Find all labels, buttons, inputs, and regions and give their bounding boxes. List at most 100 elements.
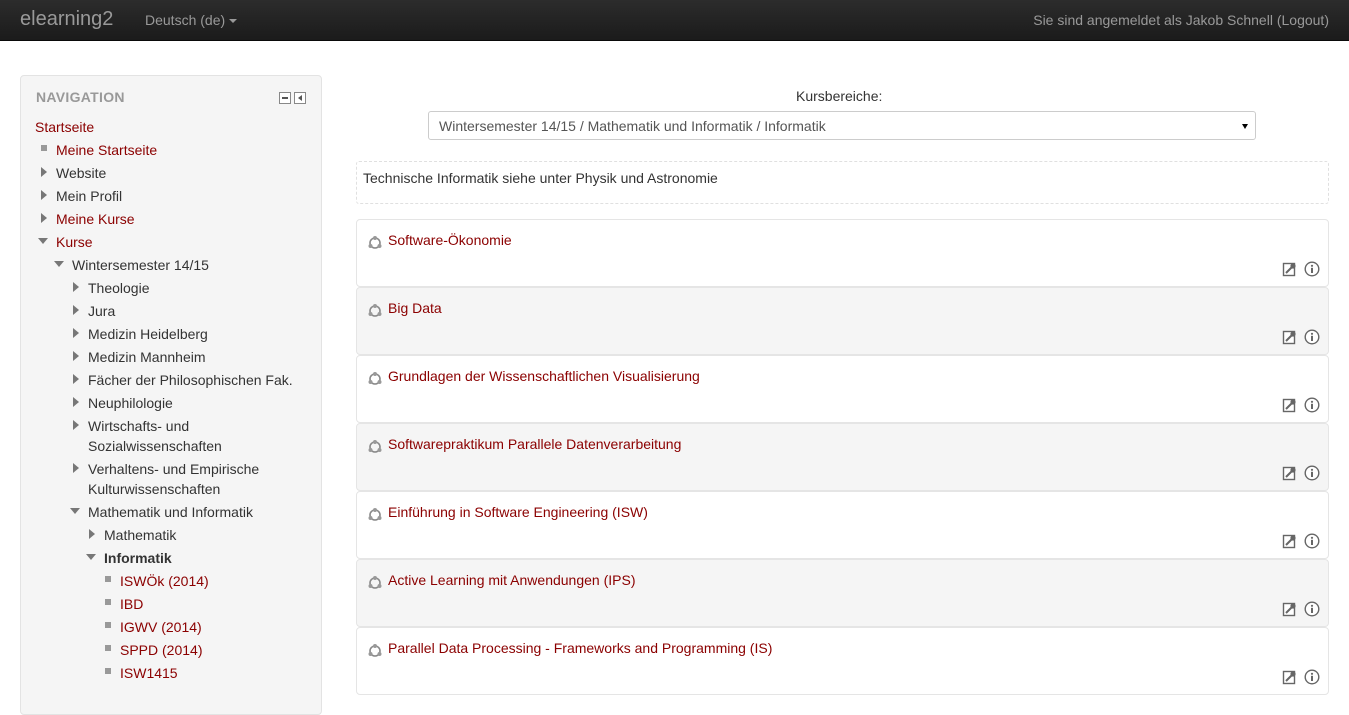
info-icon[interactable] [1304, 261, 1320, 277]
nav-label-wintersemester: Wintersemester 14/15 [72, 257, 209, 273]
info-icon[interactable] [1304, 533, 1320, 549]
category-description: Technische Informatik siehe unter Physik… [356, 161, 1329, 204]
collapse-arrow-icon[interactable] [70, 508, 80, 514]
nav-item-iswoek[interactable]: ISWÖk (2014) [120, 571, 209, 591]
nav-item-wirtschafts[interactable]: Wirtschafts- und [88, 416, 189, 436]
top-navbar: elearning2 Deutsch (de) Sie sind angemel… [0, 0, 1349, 41]
logout-link[interactable]: Logout [1282, 12, 1325, 28]
nav-label-mein-profil: Mein Profil [56, 188, 123, 204]
expand-arrow-icon[interactable] [73, 282, 79, 292]
expand-arrow-icon[interactable] [89, 529, 95, 539]
nav-item-wirtschafts-line2[interactable]: Sozialwissenschaften [88, 436, 222, 456]
course-icon [367, 303, 383, 319]
dock-block-icon[interactable] [294, 92, 306, 104]
brand-link[interactable]: elearning2 [20, 8, 113, 31]
bullet-icon [41, 145, 47, 151]
collapse-block-icon[interactable] [279, 92, 291, 104]
course-icon [367, 643, 383, 659]
course-title-link[interactable]: Softwarepraktikum Parallele Datenverarbe… [388, 436, 681, 452]
collapse-arrow-icon[interactable] [38, 238, 48, 244]
nav-item-mathematik[interactable]: Mathematik [104, 525, 176, 545]
enrolment-icon[interactable] [1282, 669, 1298, 685]
course-row: Software-Ökonomie [356, 219, 1329, 287]
nav-item-igwv[interactable]: IGWV (2014) [120, 617, 202, 637]
nav-item-wintersemester[interactable]: Wintersemester 14/15 [72, 255, 209, 275]
nav-item-startseite[interactable]: Startseite [35, 117, 94, 137]
nav-item-theologie[interactable]: Theologie [88, 278, 150, 298]
info-icon[interactable] [1304, 669, 1320, 685]
course-row: Parallel Data Processing - Frameworks an… [356, 627, 1329, 695]
nav-link-startseite[interactable]: Startseite [35, 119, 94, 135]
nav-link-isw1415[interactable]: ISW1415 [120, 665, 178, 681]
nav-label-theologie: Theologie [88, 280, 150, 296]
enrolment-icon[interactable] [1282, 397, 1298, 413]
expand-arrow-icon[interactable] [73, 374, 79, 384]
nav-item-informatik[interactable]: Informatik [104, 548, 172, 568]
nav-item-medizin-mannheim[interactable]: Medizin Mannheim [88, 347, 206, 367]
nav-link-sppd[interactable]: SPPD (2014) [120, 642, 202, 658]
course-row: Active Learning mit Anwendungen (IPS) [356, 559, 1329, 627]
expand-arrow-icon[interactable] [73, 463, 79, 473]
collapse-arrow-icon[interactable] [54, 261, 64, 267]
nav-item-meine-kurse[interactable]: Meine Kurse [56, 209, 135, 229]
language-menu[interactable]: Deutsch (de) [145, 12, 238, 28]
expand-arrow-icon[interactable] [73, 351, 79, 361]
course-title-link[interactable]: Grundlagen der Wissenschaftlichen Visual… [388, 368, 700, 384]
nav-item-isw1415[interactable]: ISW1415 [120, 663, 178, 683]
caret-down-icon [229, 19, 238, 24]
expand-arrow-icon[interactable] [73, 305, 79, 315]
nav-item-verhaltens-line2[interactable]: Kulturwissenschaften [88, 479, 220, 499]
enrolment-icon[interactable] [1282, 465, 1298, 481]
course-title-link[interactable]: Einführung in Software Engineering (ISW) [388, 504, 648, 520]
collapse-arrow-icon[interactable] [86, 554, 96, 560]
course-title-link[interactable]: Active Learning mit Anwendungen (IPS) [388, 572, 635, 588]
category-select[interactable]: Wintersemester 14/15 / Mathematik und In… [428, 111, 1256, 140]
nav-item-neuphilologie[interactable]: Neuphilologie [88, 393, 173, 413]
course-title-link[interactable]: Parallel Data Processing - Frameworks an… [388, 640, 772, 656]
expand-arrow-icon[interactable] [41, 167, 47, 177]
enrolment-icon[interactable] [1282, 533, 1298, 549]
nav-item-mathematik-informatik[interactable]: Mathematik und Informatik [88, 502, 253, 522]
course-title-link[interactable]: Software-Ökonomie [388, 232, 512, 248]
course-row: Einführung in Software Engineering (ISW) [356, 491, 1329, 559]
enrolment-icon[interactable] [1282, 329, 1298, 345]
expand-arrow-icon[interactable] [73, 397, 79, 407]
nav-item-kurse[interactable]: Kurse [56, 232, 93, 252]
course-icon [367, 439, 383, 455]
expand-arrow-icon[interactable] [41, 213, 47, 223]
nav-link-meine-startseite[interactable]: Meine Startseite [56, 142, 157, 158]
nav-item-verhaltens[interactable]: Verhaltens- und Empirische [88, 459, 259, 479]
language-label: Deutsch (de) [145, 12, 226, 28]
info-icon[interactable] [1304, 397, 1320, 413]
nav-link-igwv[interactable]: IGWV (2014) [120, 619, 202, 635]
nav-item-ibd[interactable]: IBD [120, 594, 143, 614]
nav-item-jura[interactable]: Jura [88, 301, 115, 321]
nav-label-kulturwissenschaften: Kulturwissenschaften [88, 481, 221, 497]
course-row: Softwarepraktikum Parallele Datenverarbe… [356, 423, 1329, 491]
course-title-link[interactable]: Big Data [388, 300, 442, 316]
nav-item-philosophische-fak[interactable]: Fächer der Philosophischen Fak. [88, 370, 293, 390]
course-icon [367, 235, 383, 251]
nav-item-mein-profil[interactable]: Mein Profil [56, 186, 122, 206]
nav-item-sppd[interactable]: SPPD (2014) [120, 640, 202, 660]
course-row: Big Data [356, 287, 1329, 355]
expand-arrow-icon[interactable] [41, 190, 47, 200]
expand-arrow-icon[interactable] [73, 420, 79, 430]
nav-label-medizin-heidelberg: Medizin Heidelberg [88, 326, 208, 342]
enrolment-icon[interactable] [1282, 261, 1298, 277]
nav-link-meine-kurse[interactable]: Meine Kurse [56, 211, 135, 227]
expand-arrow-icon[interactable] [73, 328, 79, 338]
nav-item-meine-startseite[interactable]: Meine Startseite [56, 140, 157, 160]
nav-link-iswoek[interactable]: ISWÖk (2014) [120, 573, 209, 589]
navigation-header: NAVIGATION [36, 89, 125, 105]
nav-link-kurse[interactable]: Kurse [56, 234, 93, 250]
info-icon[interactable] [1304, 601, 1320, 617]
nav-item-website[interactable]: Website [56, 163, 106, 183]
enrolment-icon[interactable] [1282, 601, 1298, 617]
info-icon[interactable] [1304, 329, 1320, 345]
select-arrow-icon [1242, 124, 1248, 129]
category-label: Kursbereiche: [796, 88, 883, 104]
nav-item-medizin-heidelberg[interactable]: Medizin Heidelberg [88, 324, 208, 344]
nav-link-ibd[interactable]: IBD [120, 596, 143, 612]
info-icon[interactable] [1304, 465, 1320, 481]
